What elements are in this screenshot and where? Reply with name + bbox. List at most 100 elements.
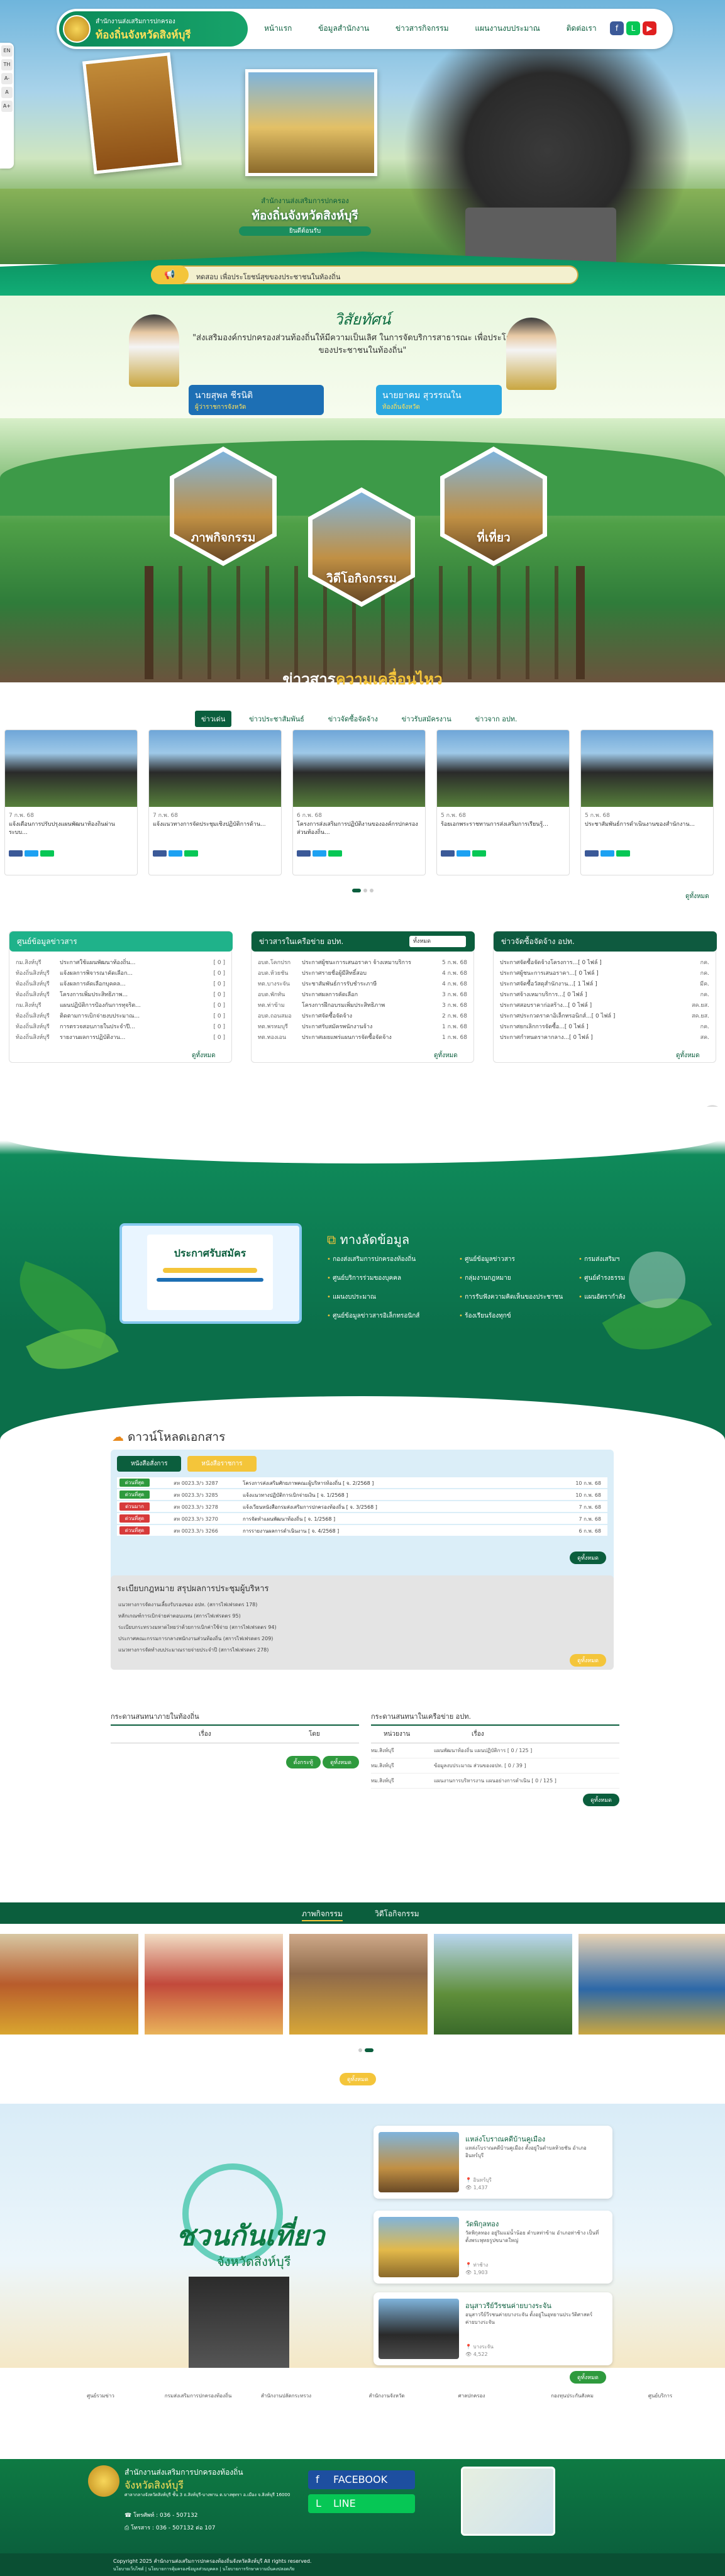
news-card[interactable]: 6 ก.พ. 68 โครงการส่งเสริมการปฏิบัติงานขอ… — [292, 730, 426, 875]
attraction-card[interactable]: อนุสาวรีย์วีรชนค่ายบางระจัน อนุสาวรีย์วี… — [374, 2292, 612, 2365]
network-filter-select[interactable]: ทั้งหมด — [409, 936, 466, 947]
line-share-icon[interactable] — [40, 850, 54, 857]
service-link[interactable]: ศูนย์ข้อมูลข่าวสารอิเล็กทรอนิกส์ — [327, 1311, 419, 1321]
news-card[interactable]: 7 ก.พ. 68 แจ้งเตือนการปรับปรุงแผนพัฒนาท้… — [4, 730, 138, 875]
list-item[interactable]: แนวทางการจัดทำงบประมาณรายจ่ายประจำปี (สก… — [118, 1646, 268, 1654]
facebook-icon[interactable]: f — [610, 21, 624, 35]
activity-photo[interactable] — [145, 1934, 283, 2035]
menu-news[interactable]: ข่าวสารกิจกรรม — [396, 23, 449, 35]
table-row[interactable]: ทม.สิงห์บุรี ข้อมูลงบประมาณ ส่วนของอปท. [… — [371, 1758, 619, 1774]
attraction-card[interactable]: วัดพิกุลทอง วัดพิกุลทอง อยู่ริมแม่น้ำน้อ… — [374, 2211, 612, 2284]
info-view-all-link[interactable]: ดูทั้งหมด — [192, 1051, 216, 1060]
list-item[interactable]: ทต.พรหมบุรี ประกาศรับสมัครพนักงานจ้าง 1 ก.… — [258, 1022, 467, 1033]
list-item[interactable]: กม.สิงห์บุรี แผนปฏิบัติการป้องกันการทุจริ… — [16, 1001, 225, 1011]
tab-procurement[interactable]: ข่าวจัดซื้อจัดจ้าง — [322, 711, 384, 727]
tab-featured[interactable]: ข่าวเด่น — [195, 711, 232, 727]
carousel-dot[interactable] — [363, 889, 367, 892]
footer-facebook-button[interactable]: f FACEBOOK — [308, 2470, 415, 2489]
procurement-view-all-link[interactable]: ดูทั้งหมด — [676, 1051, 700, 1060]
carousel-dot[interactable] — [358, 2048, 362, 2052]
list-item[interactable]: ทต.ทองเอน ประกาศเผยแพร่แผนการจัดซื้อจัดจ้… — [258, 1033, 467, 1043]
activity-photo[interactable] — [578, 1934, 725, 2035]
list-item[interactable]: ทต.บางระจัน ประชาสัมพันธ์การรับชำระภาษี 4 … — [258, 979, 467, 990]
list-item[interactable]: กม.สิงห์บุรี ประกาศใช้แผนพัฒนาท้องถิ่น...… — [16, 958, 225, 969]
font-decrease-button[interactable]: A- — [1, 73, 13, 84]
youtube-icon[interactable]: ▶ — [643, 21, 656, 35]
downloads-view-all-button[interactable]: ดูทั้งหมด — [570, 1552, 606, 1564]
line-share-icon[interactable] — [184, 850, 198, 857]
activity-photo[interactable] — [434, 1934, 572, 2035]
local-forum-view-all-button[interactable]: ดูทั้งหมด — [323, 1756, 359, 1768]
share-icon[interactable] — [169, 850, 182, 857]
list-item[interactable]: ท้องถิ่นสิงห์บุรี แจ้งผลการพิจารณาคัดเลือ… — [16, 969, 225, 979]
list-item[interactable]: หลักเกณฑ์การเบิกจ่ายค่าตอบแทน (สการไฟเฟร… — [118, 1612, 241, 1620]
like-icon[interactable] — [153, 850, 167, 857]
list-item[interactable]: อบต.พักทัน ประกาศผลการคัดเลือก 3 ก.พ. 68 — [258, 990, 467, 1001]
list-item[interactable]: แนวทางการจัดงานเลี้ยงรับรองของ อปท. (สกา… — [118, 1601, 257, 1609]
list-item[interactable]: ระเบียบกระทรวงมหาดไทยว่าด้วยการเบิกค่าใช… — [118, 1623, 277, 1631]
news-card[interactable]: 5 ก.พ. 68 ร้อยเอกพระราชทานการส่งเสริมการ… — [436, 730, 570, 875]
law-view-all-button[interactable]: ดูทั้งหมด — [570, 1654, 606, 1667]
lang-th-button[interactable]: TH — [1, 59, 13, 70]
policy-links[interactable]: นโยบายเว็บไซต์ | นโยบายการคุ้มครองข้อมูล… — [113, 2566, 294, 2573]
table-row[interactable]: ด่วนที่สุด สห 0023.3/ว 3270 การจัดทำแผนพัฒ… — [117, 1513, 607, 1524]
service-link[interactable]: แผนอัตรากำลัง — [578, 1292, 625, 1302]
footer-line-button[interactable]: L LINE — [308, 2494, 415, 2513]
like-icon[interactable] — [9, 850, 23, 857]
service-link[interactable]: กองส่งเสริมการปกครองท้องถิ่น — [327, 1255, 416, 1264]
announcement-ticker[interactable]: 📢 ทดสอบ เพื่อประโยชน์สุขของประชาชนในท้อง… — [151, 265, 578, 284]
list-item[interactable]: ท้องถิ่นสิงห์บุรี รายงานผลการปฏิบัติงาน..… — [16, 1033, 225, 1043]
partner-logo[interactable]: สำนักงานปลัดกระทรวง — [252, 2385, 321, 2407]
list-item[interactable]: ประกาศคณะกรรมการกลางพนักงานส่วนท้องถิ่น … — [118, 1635, 273, 1643]
line-share-icon[interactable] — [616, 850, 630, 857]
like-icon[interactable] — [441, 850, 455, 857]
service-link[interactable]: ศูนย์ข้อมูลข่าวสาร — [459, 1255, 515, 1264]
line-icon[interactable]: L — [626, 21, 640, 35]
tab-official-letters[interactable]: หนังสือราชการ — [187, 1456, 257, 1472]
list-item[interactable]: ประกาศกำหนดราคากลาง...[ 0 ไฟล์ ] สค. — [500, 1033, 709, 1043]
new-topic-button[interactable]: ตั้งกระทู้ — [285, 1756, 321, 1768]
news-view-all-link[interactable]: ดูทั้งหมด — [685, 892, 709, 901]
carousel-dot[interactable] — [365, 2048, 374, 2052]
service-link[interactable]: ศูนย์บริการร่วมของบุคคล — [327, 1274, 401, 1283]
list-item[interactable]: อบต.ถอนสมอ ประกาศจัดซื้อจัดจ้าง 2 ก.พ. 68 — [258, 1011, 467, 1022]
font-increase-button[interactable]: A+ — [1, 101, 13, 112]
service-link[interactable]: กรมส่งเสริมฯ — [578, 1255, 619, 1264]
service-link[interactable]: การรับฟังความคิดเห็นของประชาชน — [459, 1292, 563, 1302]
list-item[interactable]: ทต.ท่าข้าม โครงการฝึกอบรมเพิ่มประสิทธิภาพ… — [258, 1001, 467, 1011]
news-card[interactable]: 7 ก.พ. 68 แจ้งแนวทางการจัดประชุมเชิงปฏิบ… — [148, 730, 282, 875]
footer-map[interactable] — [461, 2467, 555, 2536]
travel-view-all-button[interactable]: ดูทั้งหมด — [570, 2371, 606, 2384]
table-row[interactable]: ด่วนมาก สห 0023.3/ว 3278 แจ้งเวียนหนังสือก… — [117, 1501, 607, 1512]
list-item[interactable]: ท้องถิ่นสิงห์บุรี การตรวจสอบภายในประจำปี.… — [16, 1022, 225, 1033]
share-icon[interactable] — [313, 850, 326, 857]
like-icon[interactable] — [585, 850, 599, 857]
partner-logo[interactable]: กรมส่งเสริมการปกครองท้องถิ่น — [157, 2385, 239, 2407]
table-row[interactable]: ด่วนที่สุด สห 0023.3/ว 3266 การรายงานผลการ… — [117, 1525, 607, 1536]
menu-home[interactable]: หน้าแรก — [264, 23, 292, 35]
recruitment-poster[interactable]: ประกาศรับสมัคร — [119, 1223, 302, 1324]
list-item[interactable]: ประกาศสอบราคาก่อสร้าง...[ 0 ไฟล์ ] สค.ยส. — [500, 1001, 709, 1011]
lang-en-button[interactable]: EN — [1, 45, 13, 57]
list-item[interactable]: ประกาศจ้างเหมาบริการ...[ 0 ไฟล์ ] กค. — [500, 990, 709, 1001]
service-link[interactable]: ศูนย์ดำรงธรรม — [578, 1274, 625, 1283]
table-row[interactable]: ด่วนที่สุด สห 0023.3/ว 3287 โครงการส่งเสริ… — [117, 1477, 607, 1488]
tab-orders[interactable]: หนังสือสั่งการ — [117, 1456, 182, 1472]
list-item[interactable]: ท้องถิ่นสิงห์บุรี แจ้งผลการคัดเลือกบุคคล.… — [16, 979, 225, 990]
activities-view-all-button[interactable]: ดูทั้งหมด — [340, 2073, 376, 2085]
line-share-icon[interactable] — [328, 850, 342, 857]
menu-contact[interactable]: ติดต่อเรา — [567, 23, 597, 35]
table-row[interactable]: ทม.สิงห์บุรี แผนงานการบริหารงาน แผนอย่างก… — [371, 1774, 619, 1789]
list-item[interactable]: ประกาศประกวดราคาอิเล็กทรอนิกส์...[ 0 ไฟล… — [500, 1011, 709, 1022]
like-icon[interactable] — [297, 850, 311, 857]
menu-about[interactable]: ข้อมูลสำนักงาน — [318, 23, 369, 35]
tab-local-news[interactable]: ข่าวจาก อปท. — [469, 711, 524, 727]
service-link[interactable]: กลุ่มงานกฎหมาย — [459, 1274, 511, 1283]
list-item[interactable]: ประกาศยกเลิกการจัดซื้อ...[ 0 ไฟล์ ] กค. — [500, 1022, 709, 1033]
carousel-dot[interactable] — [352, 889, 361, 892]
share-icon[interactable] — [600, 850, 614, 857]
list-item[interactable]: ท้องถิ่นสิงห์บุรี โครงการเพิ่มประสิทธิภาพ… — [16, 990, 225, 1001]
share-icon[interactable] — [457, 850, 470, 857]
network-forum-view-all-button[interactable]: ดูทั้งหมด — [583, 1794, 619, 1806]
site-logo[interactable]: สำนักงานส่งเสริมการปกครอง ท้องถิ่นจังหวั… — [59, 11, 248, 47]
